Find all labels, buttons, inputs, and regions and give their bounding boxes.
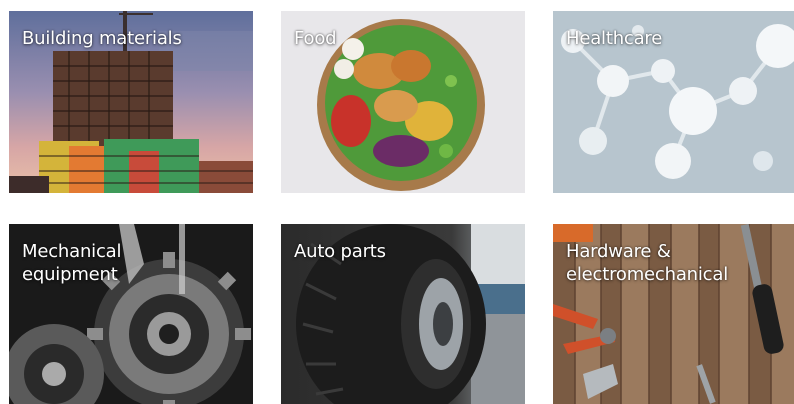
category-label: Mechanical equipment <box>22 240 245 286</box>
category-label-line: Building materials <box>22 28 182 49</box>
category-label-line: equipment <box>22 264 118 285</box>
category-tile-auto-parts[interactable]: Auto parts <box>281 224 525 404</box>
category-label: Healthcare <box>566 27 786 50</box>
category-tile-building-materials[interactable]: Building materials <box>9 11 253 193</box>
category-label-line: electromechanical <box>566 264 729 285</box>
category-label-line: Healthcare <box>566 28 663 49</box>
category-label: Auto parts <box>294 240 517 263</box>
category-label: Food <box>294 27 517 50</box>
category-label-line: Auto parts <box>294 241 386 262</box>
category-label-line: Food <box>294 28 337 49</box>
category-label-line: Hardware & <box>566 241 671 262</box>
category-tile-mechanical-equipment[interactable]: Mechanical equipment <box>9 224 253 404</box>
category-tile-healthcare[interactable]: Healthcare <box>553 11 794 193</box>
category-label: Hardware & electromechanical <box>566 240 786 286</box>
category-label: Building materials <box>22 27 245 50</box>
category-tile-food[interactable]: Food <box>281 11 525 193</box>
category-grid: Building materials Food Healthcare Mecha… <box>0 0 794 404</box>
category-label-line: Mechanical <box>22 241 122 262</box>
category-tile-hardware-electromechanical[interactable]: Hardware & electromechanical <box>553 224 794 404</box>
